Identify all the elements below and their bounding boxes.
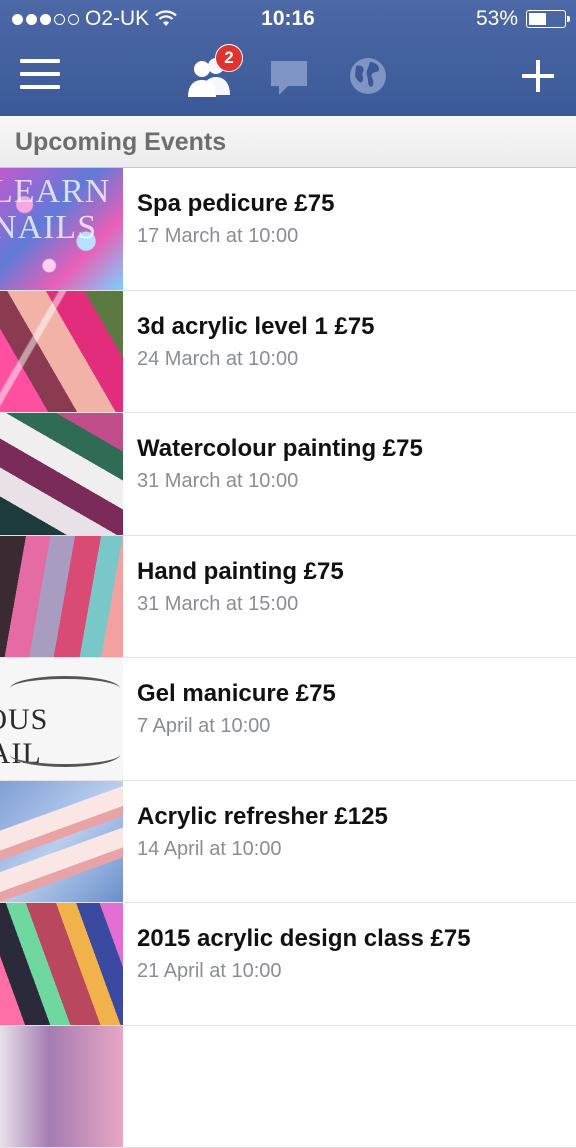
top-bar: O2-UK 10:16 53% 2 [0,0,576,116]
event-date: 31 March at 10:00 [137,470,298,493]
globe-icon[interactable] [348,56,388,96]
event-date: 24 March at 10:00 [137,348,298,371]
messages-icon[interactable] [268,58,310,98]
event-date: 17 March at 10:00 [137,225,298,248]
event-row[interactable]: 3d acrylic level 1 £75 24 March at 10:00 [0,291,576,414]
event-title: Hand painting £75 [137,558,344,586]
battery-info: 53% [476,7,566,31]
status-bar: O2-UK 10:16 53% [0,0,576,38]
event-thumbnail [0,536,123,658]
menu-icon[interactable] [20,59,60,93]
events-list: LEARN NAILS Spa pedicure £75 17 March at… [0,168,576,1148]
event-thumbnail: LEARN NAILS [0,168,123,290]
event-title: Spa pedicure £75 [137,190,334,218]
event-date: 21 April at 10:00 [137,960,282,983]
battery-icon [526,10,566,28]
event-title: 3d acrylic level 1 £75 [137,313,375,341]
event-title: Gel manicure £75 [137,680,336,708]
event-title: Acrylic refresher £125 [137,803,388,831]
event-row[interactable]: Hand painting £75 31 March at 15:00 [0,536,576,659]
event-row[interactable]: Acrylic refresher £125 14 April at 10:00 [0,781,576,904]
event-row[interactable]: Watercolour painting £75 31 March at 10:… [0,413,576,536]
plus-icon[interactable] [520,58,556,94]
event-date: 31 March at 15:00 [137,593,298,616]
event-row[interactable]: 2015 acrylic design class £75 21 April a… [0,903,576,1026]
event-thumbnail: EOUS NAIL [0,658,123,780]
event-title: Watercolour painting £75 [137,435,423,463]
thumbnail-text: LEARN NAILS [0,174,123,246]
friend-requests-badge: 2 [215,44,243,72]
nav-bar: 2 [0,42,576,112]
event-thumbnail [0,903,123,1025]
section-title: Upcoming Events [15,128,226,157]
event-row[interactable]: LEARN NAILS Spa pedicure £75 17 March at… [0,168,576,291]
event-thumbnail [0,1026,123,1148]
battery-percent: 53% [476,7,518,31]
event-thumbnail [0,291,123,413]
section-header: Upcoming Events [0,116,576,168]
event-row[interactable]: EOUS NAIL Gel manicure £75 7 April at 10… [0,658,576,781]
event-title: 2015 acrylic design class £75 [137,925,471,953]
event-date: 14 April at 10:00 [137,838,282,861]
event-thumbnail [0,413,123,535]
event-thumbnail [0,781,123,903]
event-date: 7 April at 10:00 [137,715,270,738]
event-row[interactable] [0,1026,576,1148]
